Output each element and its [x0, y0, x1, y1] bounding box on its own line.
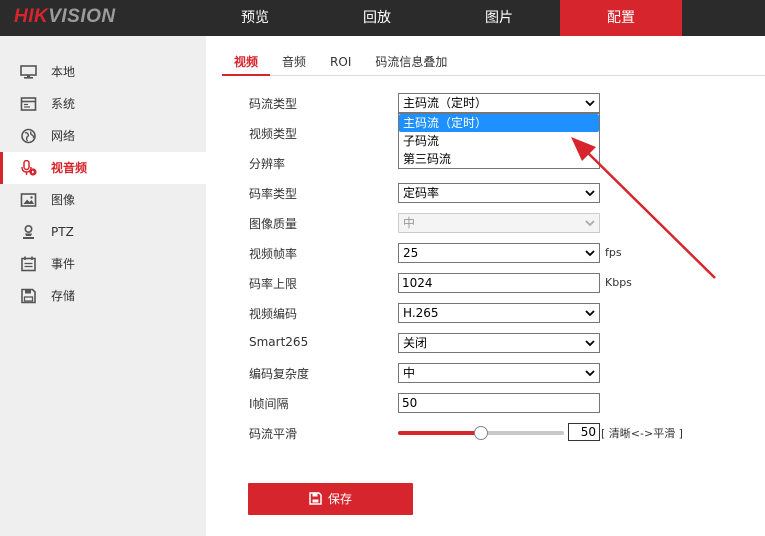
- bitrate-type-label: 码率类型: [249, 187, 298, 201]
- row-image-quality: 图像质量 中: [249, 213, 729, 233]
- resolution-label: 分辨率: [249, 157, 286, 171]
- bitrate-limit-input[interactable]: [398, 273, 600, 293]
- image-quality-label: 图像质量: [249, 217, 298, 231]
- i-frame-input[interactable]: [398, 393, 600, 413]
- main-nav: 预览 回放 图片 配置: [194, 0, 682, 36]
- save-button-label: 保存: [327, 492, 352, 506]
- video-encoding-value: H.265: [403, 306, 439, 320]
- chevron-down-icon: [585, 370, 595, 377]
- frame-rate-unit: fps: [605, 246, 622, 259]
- bitrate-type-value: 定码率: [403, 186, 440, 200]
- chevron-down-icon: [585, 340, 595, 347]
- row-bitrate-limit: 码率上限 Kbps: [249, 273, 729, 293]
- complexity-label: 编码复杂度: [249, 367, 310, 381]
- smoothing-value-input[interactable]: [568, 423, 600, 441]
- ptz-person-icon: [23, 224, 34, 239]
- sidebar-item-label: PTZ: [51, 225, 74, 239]
- nav-playback[interactable]: 回放: [316, 0, 438, 36]
- complexity-select[interactable]: 中: [398, 363, 600, 383]
- nav-picture[interactable]: 图片: [438, 0, 560, 36]
- tab-stream-info-overlay[interactable]: 码流信息叠加: [363, 50, 459, 76]
- frame-rate-label: 视频帧率: [249, 247, 298, 261]
- sidebar-item-local[interactable]: 本地: [0, 56, 206, 88]
- chevron-down-icon: [585, 100, 595, 107]
- row-video-encoding: 视频编码 H.265: [249, 303, 729, 323]
- microphone-icon: [21, 160, 37, 176]
- sidebar-item-label: 图像: [51, 193, 76, 207]
- sidebar-item-ptz[interactable]: PTZ: [0, 216, 206, 248]
- chevron-down-icon: [585, 310, 595, 317]
- row-complexity: 编码复杂度 中: [249, 363, 729, 383]
- sidebar-item-label: 网络: [51, 129, 76, 143]
- sidebar-item-storage[interactable]: 存储: [0, 280, 206, 312]
- chevron-down-icon: [585, 220, 595, 227]
- smart265-label: Smart265: [249, 335, 309, 349]
- bitrate-type-select[interactable]: 定码率: [398, 183, 600, 203]
- globe-icon: [21, 128, 36, 144]
- nav-configuration[interactable]: 配置: [560, 0, 682, 36]
- sidebar-item-label: 视音频: [51, 161, 88, 175]
- hikvision-logo: HIKVISION: [14, 6, 116, 27]
- bitrate-limit-unit: Kbps: [605, 276, 632, 289]
- dropdown-option-sub-stream[interactable]: 子码流: [399, 132, 599, 150]
- save-button[interactable]: 保存: [248, 483, 413, 515]
- top-bar: HIKVISION 预览 回放 图片 配置: [0, 0, 765, 36]
- smoothing-slider[interactable]: [398, 426, 564, 440]
- chevron-down-icon: [585, 190, 595, 197]
- sidebar-item-label: 本地: [51, 65, 76, 79]
- nav-preview[interactable]: 预览: [194, 0, 316, 36]
- sidebar-item-network[interactable]: 网络: [0, 120, 206, 152]
- row-i-frame: I帧间隔: [249, 393, 729, 413]
- frame-rate-value: 25: [403, 246, 419, 260]
- row-smoothing: 码流平滑 [ 清晰<->平滑 ]: [249, 423, 729, 443]
- stream-type-value: 主码流（定时）: [403, 96, 488, 110]
- complexity-value: 中: [403, 366, 416, 380]
- image-quality-select: 中: [398, 213, 600, 233]
- sidebar-item-event[interactable]: 事件: [0, 248, 206, 280]
- monitor-icon: [20, 65, 37, 79]
- sidebar: 本地 系统 网络 视音频 图像 PTZ 事件 存储: [0, 36, 206, 536]
- stream-type-label: 码流类型: [249, 97, 298, 111]
- row-stream-type: 码流类型 主码流（定时）: [249, 93, 729, 113]
- dropdown-option-third-stream[interactable]: 第三码流: [399, 150, 599, 168]
- i-frame-label: I帧间隔: [249, 397, 289, 411]
- video-encoding-select[interactable]: H.265: [398, 303, 600, 323]
- floppy-icon: [21, 288, 36, 304]
- smart265-value: 关闭: [403, 336, 428, 350]
- stream-type-select[interactable]: 主码流（定时）: [398, 93, 600, 113]
- video-encoding-label: 视频编码: [249, 307, 298, 321]
- row-smart265: Smart265 关闭: [249, 333, 729, 353]
- calendar-icon: [21, 256, 36, 272]
- frame-rate-select[interactable]: 25: [398, 243, 600, 263]
- sidebar-item-label: 系统: [51, 97, 76, 111]
- sidebar-item-label: 存储: [51, 289, 76, 303]
- sidebar-item-image[interactable]: 图像: [0, 184, 206, 216]
- tab-roi[interactable]: ROI: [318, 50, 363, 76]
- sidebar-item-label: 事件: [51, 257, 76, 271]
- chevron-down-icon: [585, 250, 595, 257]
- video-type-label: 视频类型: [249, 127, 298, 141]
- bitrate-limit-label: 码率上限: [249, 277, 298, 291]
- floppy-icon: [309, 492, 322, 505]
- smoothing-hint: [ 清晰<->平滑 ]: [601, 427, 683, 440]
- sidebar-item-video-audio[interactable]: 视音频: [0, 152, 206, 184]
- tab-bar: 视频 音频 ROI 码流信息叠加: [222, 50, 765, 76]
- row-frame-rate: 视频帧率 25 fps: [249, 243, 729, 263]
- smoothing-slider-thumb[interactable]: [474, 426, 488, 440]
- row-bitrate-type: 码率类型 定码率: [249, 183, 729, 203]
- tab-audio[interactable]: 音频: [270, 50, 318, 76]
- smoothing-label: 码流平滑: [249, 427, 298, 441]
- image-quality-value: 中: [403, 216, 416, 230]
- stream-type-dropdown-list: 主码流（定时） 子码流 第三码流: [398, 113, 600, 169]
- sidebar-item-system[interactable]: 系统: [0, 88, 206, 120]
- image-icon: [20, 193, 37, 207]
- tab-video[interactable]: 视频: [222, 50, 271, 76]
- smart265-select[interactable]: 关闭: [398, 333, 600, 353]
- system-window-icon: [20, 97, 37, 111]
- dropdown-option-main-stream[interactable]: 主码流（定时）: [399, 114, 599, 132]
- smoothing-slider-fill: [398, 431, 481, 435]
